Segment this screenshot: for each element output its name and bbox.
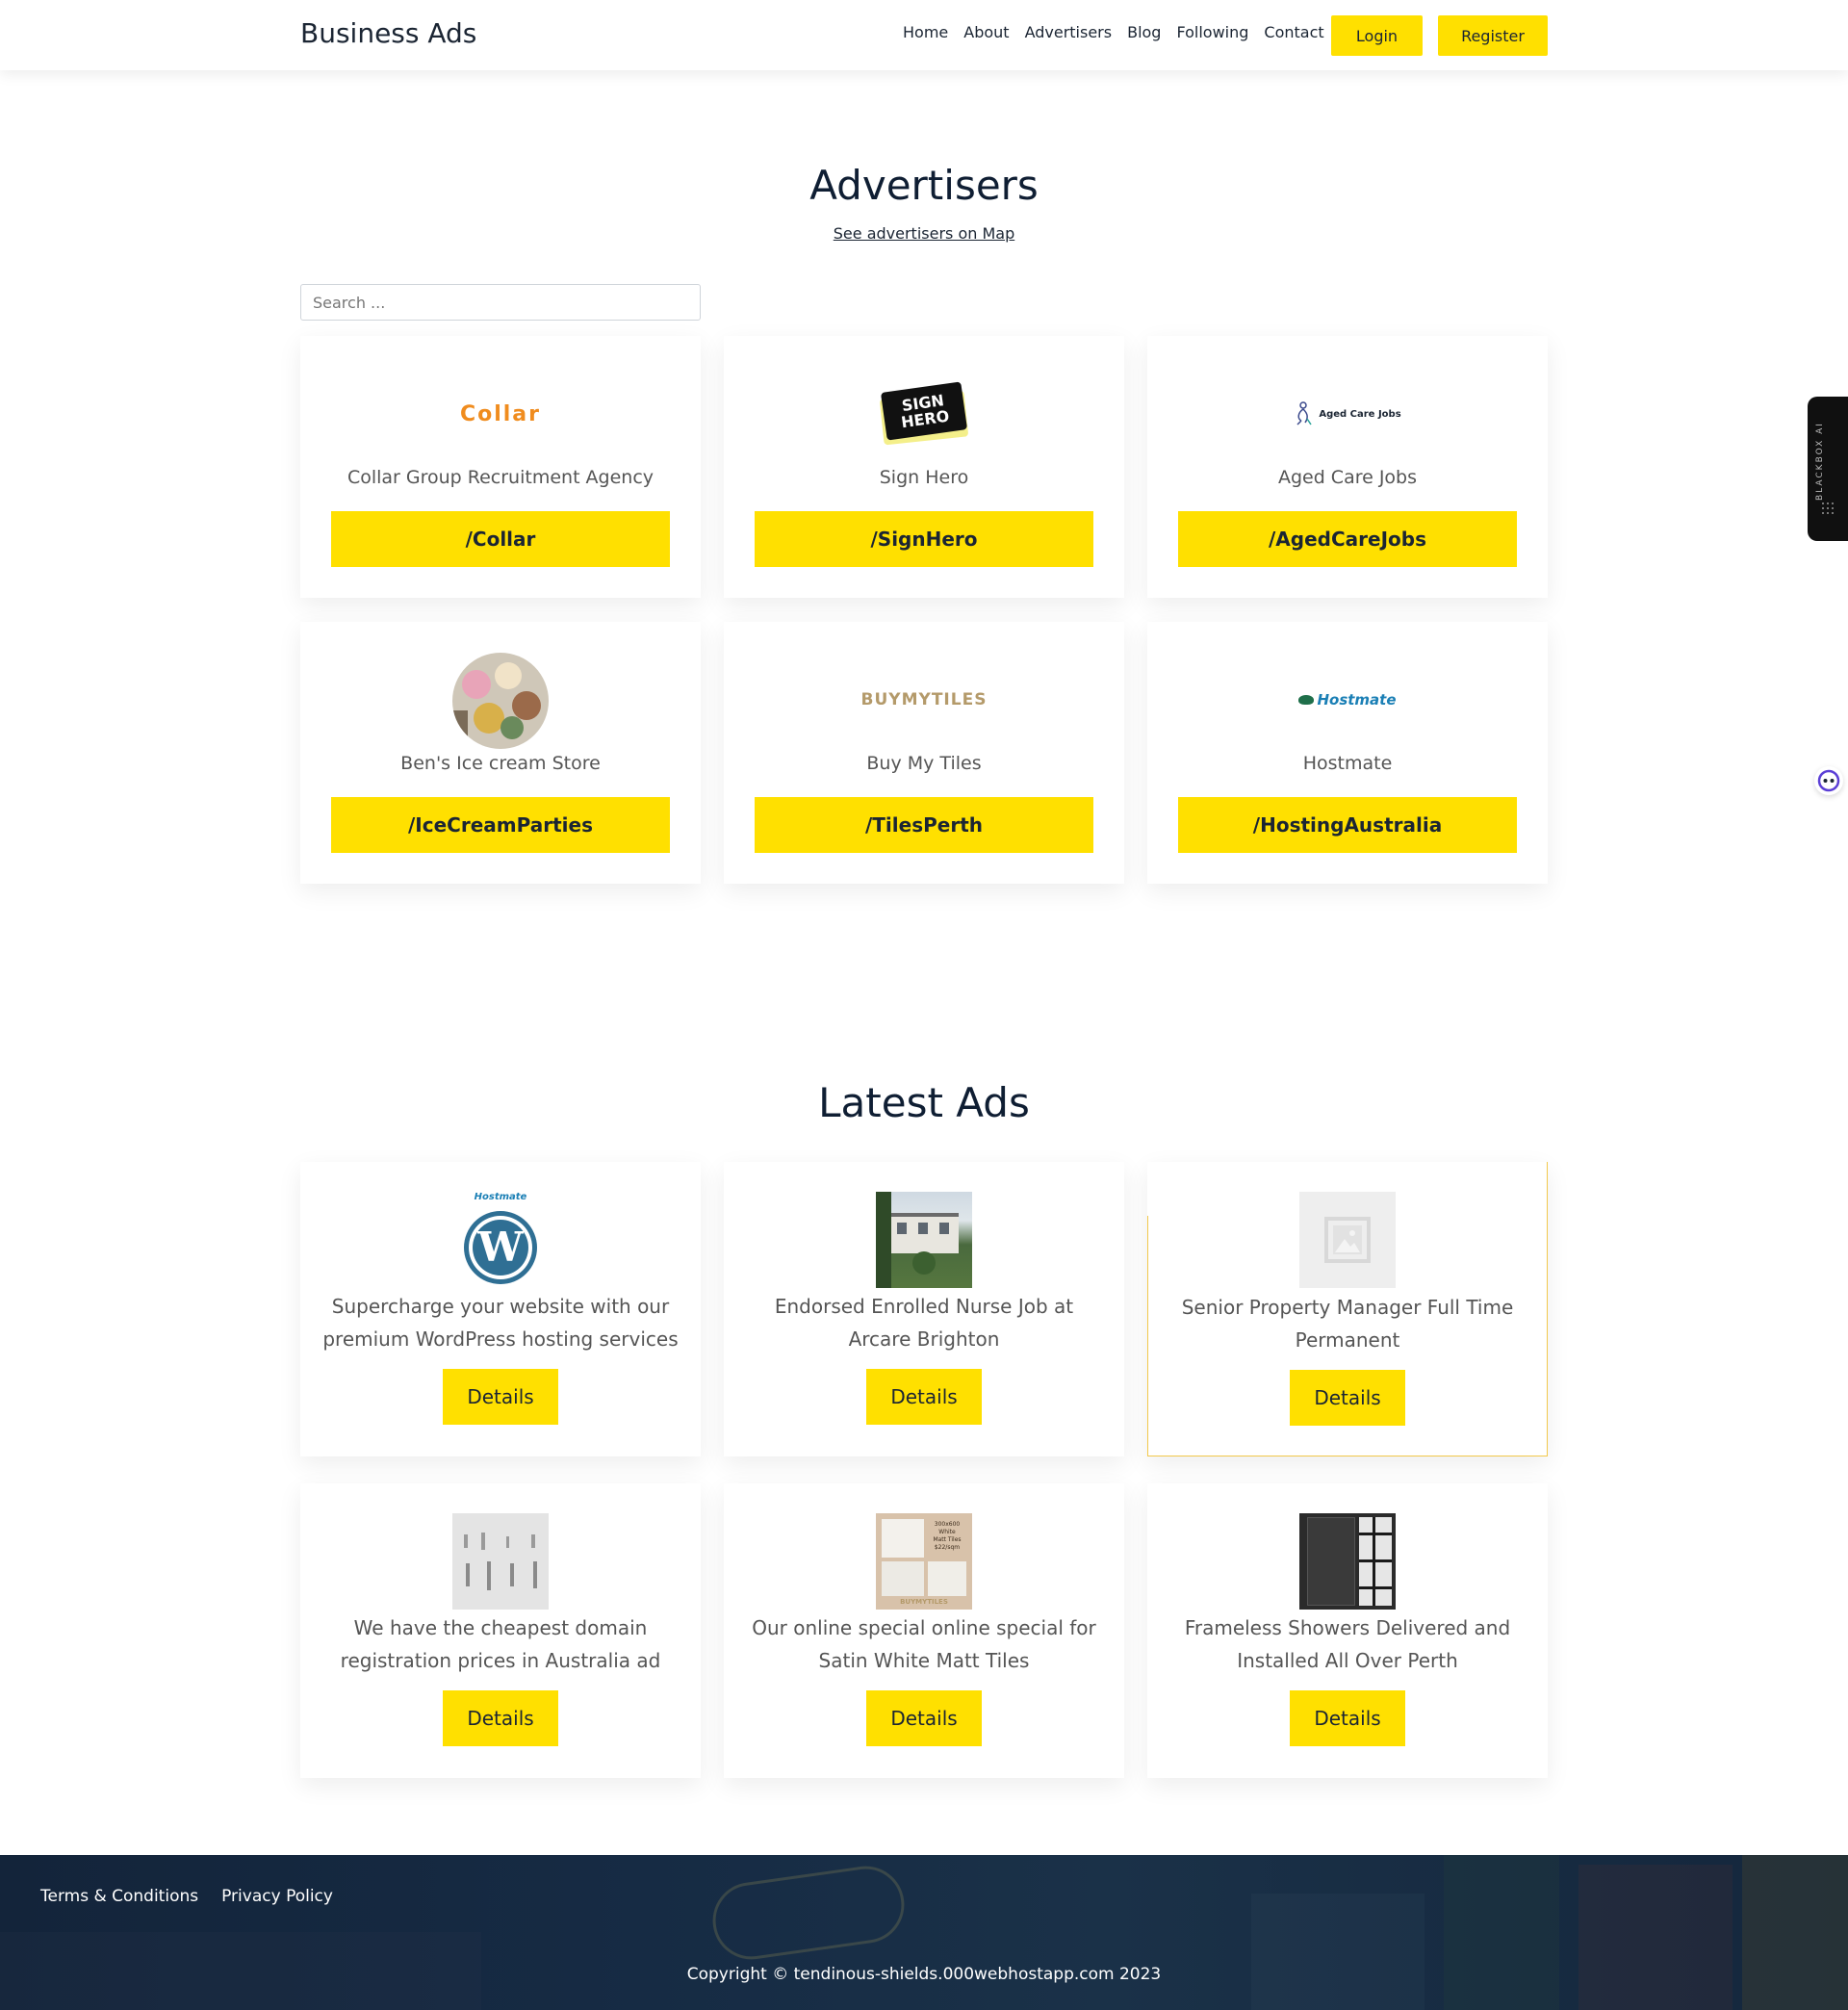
domain-ad-thumb — [452, 1513, 549, 1610]
advertiser-card-signhero: SIGN HERO Sign Hero /SignHero — [724, 336, 1124, 598]
ad-card: Hostmate W Supercharge your website with… — [300, 1162, 701, 1456]
advertiser-name: Collar Group Recruitment Agency — [346, 467, 654, 488]
agedcare-figure-icon — [1296, 401, 1312, 425]
ad-card: Frameless Showers Delivered and Installe… — [1147, 1483, 1548, 1778]
blackbox-side-widget[interactable]: BLACKBOX AI — [1808, 397, 1848, 541]
signhero-logo: SIGN HERO — [724, 381, 1124, 446]
site-brand[interactable]: Business Ads — [300, 17, 476, 49]
advertiser-handle-button[interactable]: /HostingAustralia — [1178, 797, 1517, 853]
ad-description: Our online special online special for Sa… — [752, 1616, 1096, 1672]
ad-description: Senior Property Manager Full Time Perman… — [1181, 1296, 1514, 1352]
blackbox-dots-icon — [1821, 501, 1835, 514]
advertiser-handle-button[interactable]: /SignHero — [755, 511, 1093, 567]
search-input[interactable] — [300, 284, 701, 321]
nav-blog[interactable]: Blog — [1127, 23, 1161, 41]
latest-ads-title: Latest Ads — [818, 1079, 1030, 1126]
advertiser-card-hostmate: Hostmate Hostmate /HostingAustralia — [1147, 622, 1548, 884]
advertiser-card-buymytiles: BUYMYTILES Buy My Tiles /TilesPerth — [724, 622, 1124, 884]
hostmate-logo: Hostmate — [1147, 680, 1548, 720]
advertiser-name: Ben's Ice cream Store — [400, 753, 601, 774]
advertiser-name: Hostmate — [1302, 753, 1393, 774]
advertiser-card-icecream: Ben's Ice cream Store /IceCreamParties — [300, 622, 701, 884]
svg-text:W: W — [476, 1224, 524, 1271]
shower-ad-thumb — [1299, 1513, 1396, 1610]
icecream-avatar — [300, 653, 701, 749]
buymytiles-logo: BUYMYTILES — [860, 690, 988, 709]
ad-card: Senior Property Manager Full Time Perman… — [1147, 1162, 1548, 1456]
collar-logo: Collar — [459, 401, 542, 426]
details-button[interactable]: Details — [1290, 1370, 1405, 1426]
advertiser-name: Sign Hero — [879, 467, 969, 488]
advertisers-title: Advertisers — [809, 162, 1039, 209]
advertiser-handle-button[interactable]: /TilesPerth — [755, 797, 1093, 853]
copyright-text: Copyright © tendinous-shields.000webhost… — [686, 1965, 1162, 1984]
nav-contact[interactable]: Contact — [1264, 23, 1323, 41]
agedcare-logo: Aged Care Jobs — [1147, 394, 1548, 434]
assistant-bubble-icon[interactable] — [1814, 766, 1843, 795]
advertiser-handle-button[interactable]: /Collar — [331, 511, 670, 567]
nav-advertisers[interactable]: Advertisers — [1025, 23, 1113, 41]
nursing-home-thumb — [876, 1192, 972, 1288]
footer-links: Terms & Conditions Privacy Policy — [40, 1887, 333, 1906]
ad-description: Endorsed Enrolled Nurse Job at Arcare Br… — [774, 1295, 1074, 1351]
advertiser-card-agedcare: Aged Care Jobs Aged Care Jobs /AgedCareJ… — [1147, 336, 1548, 598]
login-button[interactable]: Login — [1331, 15, 1423, 56]
register-button[interactable]: Register — [1438, 15, 1548, 56]
privacy-link[interactable]: Privacy Policy — [221, 1887, 333, 1906]
advertiser-handle-button[interactable]: /AgedCareJobs — [1178, 511, 1517, 567]
ad-card: We have the cheapest domain registration… — [300, 1483, 701, 1778]
hostmate-mark-icon — [1298, 695, 1315, 705]
details-button[interactable]: Details — [866, 1690, 982, 1746]
placeholder-image-icon — [1299, 1192, 1396, 1288]
details-button[interactable]: Details — [443, 1690, 558, 1746]
advertiser-name: Buy My Tiles — [866, 753, 982, 774]
ad-description: Frameless Showers Delivered and Installe… — [1184, 1616, 1511, 1672]
site-header: Business Ads Home About Advertisers Blog… — [0, 0, 1848, 70]
details-button[interactable]: Details — [443, 1369, 558, 1425]
site-footer: Terms & Conditions Privacy Policy Copyri… — [0, 1855, 1848, 2010]
nav-about[interactable]: About — [963, 23, 1009, 41]
nav-following[interactable]: Following — [1176, 23, 1248, 41]
see-advertisers-map-link[interactable]: See advertisers on Map — [0, 224, 1848, 243]
nav-home[interactable]: Home — [903, 23, 948, 41]
ad-description: Supercharge your website with our premiu… — [322, 1295, 679, 1351]
terms-link[interactable]: Terms & Conditions — [40, 1887, 198, 1906]
advertiser-name: Aged Care Jobs — [1277, 467, 1418, 488]
details-button[interactable]: Details — [866, 1369, 982, 1425]
ad-card: 300x600 White Matt Tiles $22/sqm BUYMYTILES… — [724, 1483, 1124, 1778]
ad-card: Endorsed Enrolled Nurse Job at Arcare Br… — [724, 1162, 1124, 1456]
blackbox-label: BLACKBOX AI — [1815, 422, 1825, 501]
advertiser-card-collar: Collar Collar Group Recruitment Agency /… — [300, 336, 701, 598]
main-nav: Home About Advertisers Blog Following Co… — [903, 23, 1324, 41]
ad-description: We have the cheapest domain registration… — [340, 1616, 661, 1672]
wordpress-icon: W — [464, 1211, 537, 1284]
tiles-ad-thumb: 300x600 White Matt Tiles $22/sqm BUYMYTILES — [876, 1513, 972, 1610]
advertiser-handle-button[interactable]: /IceCreamParties — [331, 797, 670, 853]
details-button[interactable]: Details — [1290, 1690, 1405, 1746]
wordpress-thumb: Hostmate W — [452, 1192, 549, 1288]
